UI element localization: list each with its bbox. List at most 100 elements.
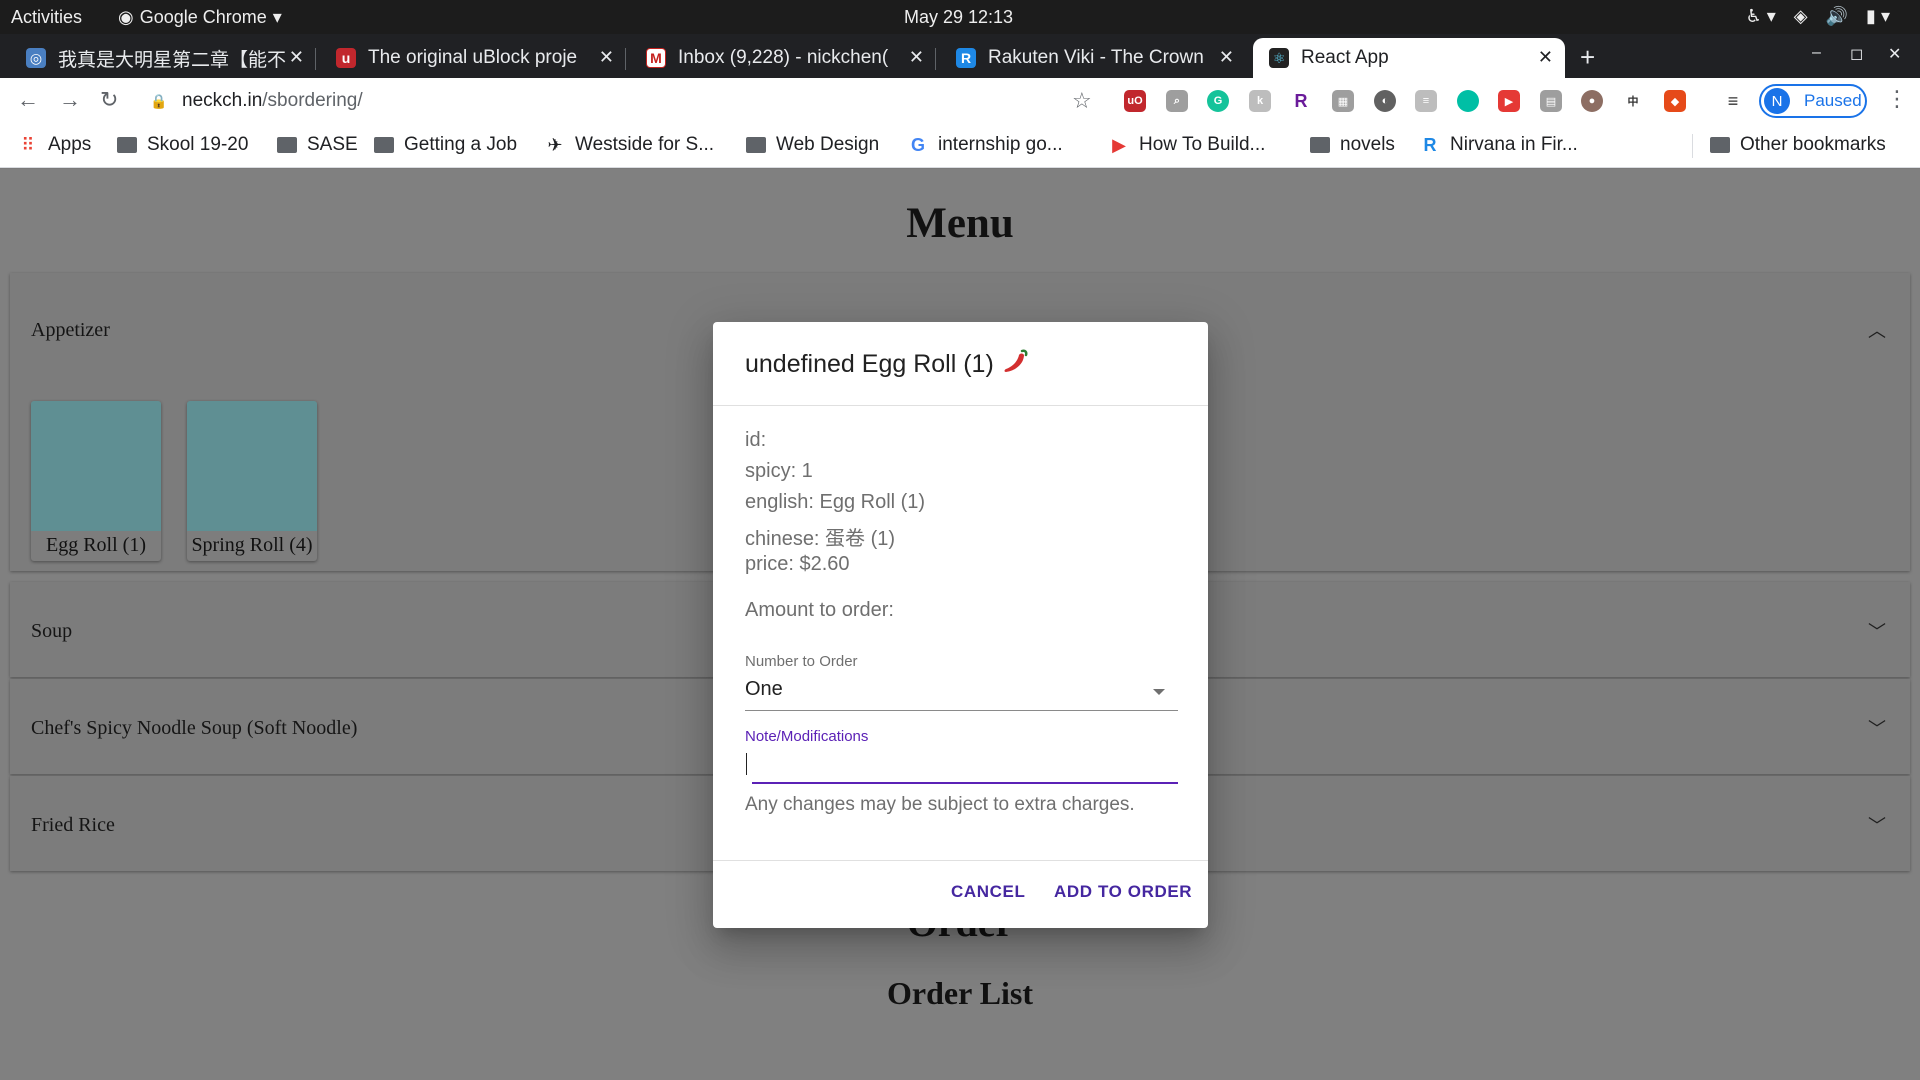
bookmark-how-to-build[interactable]: ▶ How To Build... <box>1109 132 1265 158</box>
cookie-extension-icon[interactable]: ● <box>1581 90 1603 112</box>
menu-item-label: Egg Roll (1) <box>46 534 146 556</box>
address-bar[interactable]: 🔒 neckch.in/sbordering/ <box>150 83 1090 119</box>
close-icon[interactable]: ✕ <box>1219 47 1234 68</box>
tab-4[interactable]: R Rakuten Viki - The Crown ✕ <box>940 38 1246 78</box>
accordion-title: Fried Rice <box>31 814 115 836</box>
chevron-down-icon[interactable]: ﹀ <box>1868 618 1886 644</box>
folder-icon <box>277 137 297 153</box>
teal-extension-icon[interactable] <box>1457 90 1479 112</box>
tab-3[interactable]: M Inbox (9,228) - nickchen( ✕ <box>630 38 936 78</box>
tab-title: 我真是大明星第二章【能不 <box>58 49 287 71</box>
youtube-extension-icon[interactable]: ▶ <box>1498 90 1520 112</box>
close-icon[interactable]: ✕ <box>909 47 924 68</box>
bookmark-other-bookmarks[interactable]: Other bookmarks <box>1710 132 1886 158</box>
menu-item-card[interactable]: Egg Roll (1) <box>31 401 161 561</box>
tab-1[interactable]: ◎ 我真是大明星第二章【能不 ✕ <box>10 38 316 78</box>
media-control-icon[interactable]: ≡ <box>1722 90 1744 112</box>
app-menu[interactable]: ◉ Google Chrome ▾ <box>118 7 282 28</box>
system-tray[interactable]: ♿ ▾ ◈ 🔊 ▮ ▾ <box>1746 6 1890 27</box>
bookmark-star-icon[interactable]: ☆ <box>1072 88 1092 114</box>
tab-title: React App <box>1301 47 1389 68</box>
accordion-title: Appetizer <box>31 319 110 341</box>
new-tab-button[interactable]: + <box>1580 42 1595 73</box>
menu-item-label: Spring Roll (4) <box>191 534 313 556</box>
add-to-order-button[interactable]: ADD TO ORDER <box>1054 882 1192 902</box>
folder-icon <box>746 137 766 153</box>
chevron-down-icon[interactable]: ﹀ <box>1868 715 1886 741</box>
translate-extension-icon[interactable]: 中 <box>1622 90 1644 112</box>
chevron-up-icon[interactable]: ︿ <box>1868 317 1886 343</box>
back-icon[interactable]: ← <box>17 87 39 113</box>
close-icon[interactable]: ✕ <box>599 47 614 68</box>
bookmark-nirvana[interactable]: R Nirvana in Fir... <box>1420 132 1578 158</box>
extension-icon[interactable]: k <box>1249 90 1271 112</box>
close-icon[interactable]: ✕ <box>1538 47 1553 68</box>
youtube-icon: ▶ <box>1112 134 1126 155</box>
runner-icon: ✈ <box>547 134 563 155</box>
accordion-title: Soup <box>31 620 73 642</box>
chevron-down-icon: ▾ <box>272 7 282 27</box>
add-item-dialog: undefined Egg Roll (1) id: spicy: 1 engl… <box>713 322 1208 928</box>
chevron-down-icon[interactable]: ﹀ <box>1868 812 1886 838</box>
reload-icon[interactable]: ↻ <box>100 87 118 113</box>
cancel-button[interactable]: CANCEL <box>951 882 1025 902</box>
chart-extension-icon[interactable]: ▦ <box>1332 90 1354 112</box>
forward-icon[interactable]: → <box>59 87 81 113</box>
dropdown-arrow-icon[interactable] <box>1153 689 1165 695</box>
window-close-icon[interactable]: ✕ <box>1888 44 1901 64</box>
tab-2[interactable]: u The original uBlock proje ✕ <box>320 38 626 78</box>
more-menu-icon[interactable]: ⋮ <box>1886 86 1908 112</box>
profile-status: Paused <box>1804 91 1862 110</box>
number-to-order-label: Number to Order <box>745 653 858 670</box>
activities-button[interactable]: Activities <box>11 7 82 28</box>
wifi-icon[interactable]: ◈ <box>1794 6 1808 27</box>
rakuten-extension-icon[interactable]: R <box>1290 90 1312 112</box>
bookmark-folder-getting-a-job[interactable]: Getting a Job <box>374 132 517 158</box>
maximize-icon[interactable]: ◻ <box>1850 44 1863 64</box>
url-path: /sbordering/ <box>262 90 363 111</box>
ublock-icon: u <box>336 48 356 68</box>
dark-extension-icon[interactable]: ◐ <box>1374 90 1396 112</box>
minimize-icon[interactable]: – <box>1812 44 1821 62</box>
helper-text: Any changes may be subject to extra char… <box>745 794 1135 815</box>
bookmark-internship[interactable]: Ginternship go... <box>908 132 1063 158</box>
search-extension-icon[interactable]: ⌕ <box>1166 90 1188 112</box>
shield-extension-icon[interactable]: ◆ <box>1664 90 1686 112</box>
bookmark-folder-novels[interactable]: novels <box>1310 132 1395 158</box>
bookmark-folder-web-design[interactable]: Web Design <box>746 132 879 158</box>
menu-item-image <box>187 401 317 531</box>
item-id: id: <box>745 429 767 451</box>
number-to-order-select[interactable]: One <box>745 678 783 701</box>
stack-extension-icon[interactable]: ≡ <box>1415 90 1437 112</box>
tab-title: Inbox (9,228) - nickchen( <box>678 47 889 68</box>
avatar: N <box>1764 88 1790 114</box>
lock-icon[interactable]: 🔒 <box>150 93 168 110</box>
menu-item-card[interactable]: Spring Roll (4) <box>187 401 317 561</box>
item-chinese-name: chinese: 蛋卷 (1) <box>745 528 896 550</box>
tab-strip: ◎ 我真是大明星第二章【能不 ✕ u The original uBlock p… <box>0 34 1920 78</box>
gnome-top-bar: Activities ◉ Google Chrome ▾ May 29 12:1… <box>0 0 1920 34</box>
app-menu-label: Google Chrome <box>139 7 267 27</box>
amount-label: Amount to order: <box>745 599 894 621</box>
item-spicy: spicy: 1 <box>745 460 813 482</box>
volume-icon[interactable]: 🔊 <box>1826 6 1848 27</box>
close-icon[interactable]: ✕ <box>289 47 304 68</box>
clock[interactable]: May 29 12:13 <box>904 7 1013 28</box>
bookmark-folder-skool[interactable]: Skool 19-20 <box>117 132 248 158</box>
battery-icon[interactable]: ▮ ▾ <box>1866 6 1890 27</box>
tab-5-active[interactable]: ⚛ React App ✕ <box>1253 38 1565 78</box>
note-modifications-input[interactable] <box>745 750 1178 782</box>
bookmarks-bar: ⠿ Apps Skool 19-20 SASE Getting a Job ✈ We… <box>0 124 1920 168</box>
ublock-extension-icon[interactable]: uO <box>1124 90 1146 112</box>
order-list-heading: Order List <box>886 975 1034 1011</box>
bookmark-apps[interactable]: ⠿ Apps <box>18 132 91 158</box>
bookmark-folder-sase[interactable]: SASE <box>277 132 358 158</box>
apps-grid-icon: ⠿ <box>21 134 35 155</box>
rakuten-icon: R <box>1423 134 1437 155</box>
accessibility-icon[interactable]: ♿ ▾ <box>1746 6 1776 27</box>
bookmark-westside[interactable]: ✈ Westside for S... <box>545 132 714 158</box>
profile-button[interactable]: N Paused <box>1759 84 1867 118</box>
grammarly-icon[interactable]: G <box>1207 90 1229 112</box>
accordion-title: Chef's Spicy Noodle Soup (Soft Noodle) <box>31 717 358 739</box>
grid-extension-icon[interactable]: ▤ <box>1540 90 1562 112</box>
